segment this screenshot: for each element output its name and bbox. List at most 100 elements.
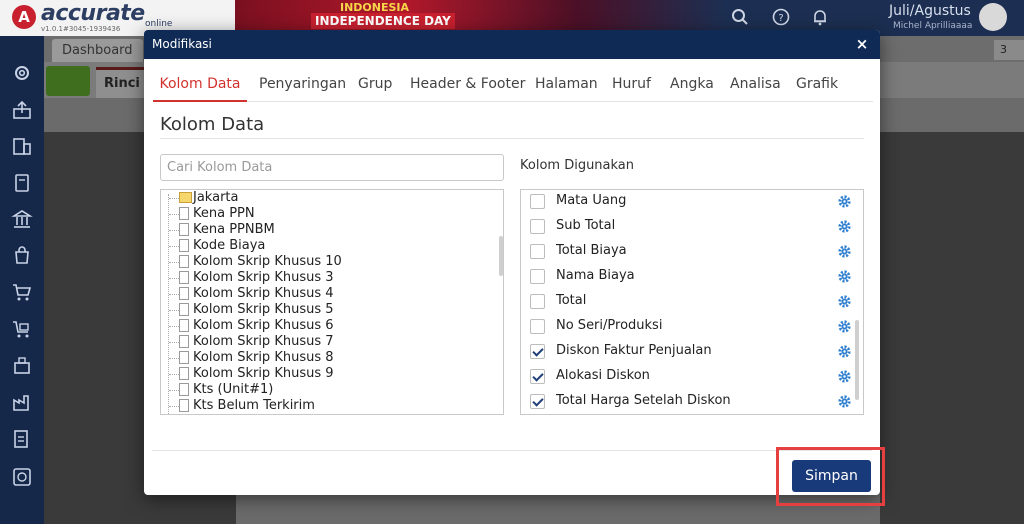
app-version: v1.0.1#3045-1939436 [41,25,121,33]
tree-node-label: Kolom Skrip Khusus 3 [193,270,334,285]
used-column-checkbox[interactable] [530,269,545,284]
used-column-row: Sub Total [521,215,861,239]
building-icon[interactable] [11,135,33,157]
tree-node[interactable]: Kena PPN [161,206,491,222]
bell-icon[interactable] [811,8,829,26]
tree-node-label: Kena PPNBM [193,222,275,237]
tree-node-label: Kts Belum Terkirim [193,398,315,413]
gear-icon[interactable] [837,344,852,359]
tax-icon[interactable] [11,428,33,450]
gear-icon[interactable] [837,244,852,259]
tree-node-label: Kena PPN [193,206,255,221]
used-column-checkbox[interactable] [530,369,545,384]
used-column-row: Total Biaya [521,240,861,264]
tab-halaman[interactable]: Halaman [535,70,598,102]
used-column-label: Nama Biaya [556,268,635,283]
tab-penyaringan[interactable]: Penyaringan [259,70,346,102]
tree-node[interactable]: Kts Belum Terkirim [161,398,491,414]
avatar[interactable] [979,3,1007,31]
book-icon[interactable] [11,172,33,194]
tree-node[interactable]: Kode Biaya [161,238,491,254]
used-column-checkbox[interactable] [530,294,545,309]
tab-header-footer[interactable]: Header & Footer [410,70,525,102]
brand-suffix: online [145,19,173,29]
tab-analisa[interactable]: Analisa [730,70,781,102]
tree-node[interactable]: Kolom Skrip Khusus 5 [161,302,491,318]
used-column-checkbox[interactable] [530,394,545,409]
user-name: Michel Aprilliaaaa [893,21,973,31]
gear-icon[interactable] [837,194,852,209]
file-icon [179,239,189,252]
file-icon [179,399,189,412]
inventory-icon[interactable] [11,354,33,376]
file-icon [179,351,189,364]
tab-angka[interactable]: Angka [670,70,714,102]
close-icon[interactable]: × [853,34,871,54]
tab-rinci[interactable]: Rinci [96,67,148,98]
tree-node[interactable]: Kolom Skrip Khusus 4 [161,286,491,302]
tab-kolom-data[interactable]: Kolom Data [153,70,247,102]
tree-node-label: Kolom Skrip Khusus 9 [193,366,334,381]
used-column-checkbox[interactable] [530,344,545,359]
logo-mark-icon: A [12,5,36,29]
used-column-row: Mata Uang [521,190,861,214]
gear-icon[interactable] [837,369,852,384]
tree-node[interactable]: Kolom Skrip Khusus 7 [161,334,491,350]
tab-huruf[interactable]: Huruf [612,70,651,102]
used-column-row: Total [521,290,861,314]
save-button-highlight [776,447,885,506]
used-column-row: Nama Biaya [521,265,861,289]
file-icon [179,303,189,316]
tab-grafik[interactable]: Grafik [796,70,838,102]
cart-icon[interactable] [11,281,33,303]
used-column-checkbox[interactable] [530,319,545,334]
used-columns-label: Kolom Digunakan [520,158,635,173]
used-columns-list[interactable]: Mata Uang Sub Total Total Biaya Nama Bia… [520,189,864,415]
gear-icon[interactable] [837,319,852,334]
gear-icon[interactable] [837,294,852,309]
gear-icon[interactable] [837,269,852,284]
chart-icon[interactable] [11,466,33,488]
tree-node-folder[interactable]: Jakarta [161,190,491,206]
upload-icon[interactable] [11,99,33,121]
factory-icon[interactable] [11,391,33,413]
tree-node[interactable]: Kolom Skrip Khusus 9 [161,366,491,382]
available-columns-tree[interactable]: Jakarta Kena PPN Kena PPNBM Kode Biaya K… [160,189,504,415]
user-period[interactable]: Juli/Agustus [889,3,971,19]
bag-icon[interactable] [11,244,33,266]
svg-text:?: ? [778,13,783,24]
tree-node-label: Kolom Skrip Khusus 4 [193,286,334,301]
used-column-checkbox[interactable] [530,219,545,234]
gear-icon[interactable] [837,394,852,409]
used-column-checkbox[interactable] [530,194,545,209]
used-column-row: Total Harga Setelah Diskon [521,390,861,414]
used-columns-scrollbar[interactable] [855,320,859,400]
tree-node[interactable]: Kolom Skrip Khusus 3 [161,270,491,286]
tree-scrollbar[interactable] [499,236,503,276]
tree-node[interactable]: Kena PPNBM [161,222,491,238]
used-column-label: Alokasi Diskon [556,368,650,383]
tree-node[interactable]: Kts (Unit#1) [161,382,491,398]
used-column-label: Mata Uang [556,193,627,208]
tree-node[interactable]: Kolom Skrip Khusus 8 [161,350,491,366]
gear-icon[interactable] [11,62,33,84]
tab-grup[interactable]: Grup [358,70,392,102]
bank-icon[interactable] [11,208,33,230]
tree-node[interactable]: Kolom Skrip Khusus 6 [161,318,491,334]
page-select[interactable]: 3 [994,40,1024,60]
tab-dashboard[interactable]: Dashboard [52,39,143,62]
list-button[interactable] [46,66,90,96]
gear-icon[interactable] [837,219,852,234]
dialog-tabs: Kolom Data Penyaringan Grup Header & Foo… [153,70,873,102]
help-icon[interactable]: ? [772,8,790,26]
used-column-checkbox[interactable] [530,244,545,259]
cart-box-icon[interactable] [11,318,33,340]
file-icon [179,207,189,220]
search-icon[interactable] [731,8,749,26]
tree-node[interactable]: Kolom Skrip Khusus 10 [161,254,491,270]
used-column-label: Total Harga Setelah Diskon [556,393,731,408]
dialog-footer-divider [152,450,872,451]
folder-icon [179,192,192,203]
search-column-input[interactable] [160,154,504,181]
dialog-header: Modifikasi × [144,30,880,59]
